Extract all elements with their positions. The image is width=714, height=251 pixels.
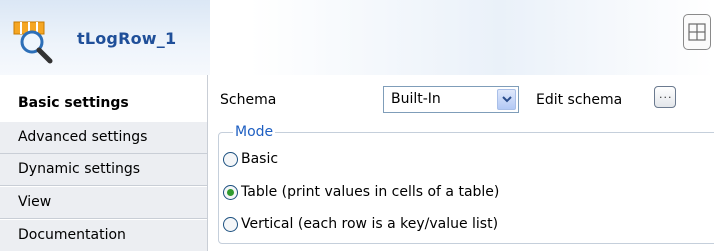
tab-documentation[interactable]: Documentation — [0, 220, 207, 251]
component-title: tLogRow_1 — [77, 29, 177, 48]
schema-select[interactable]: Built-In — [383, 86, 519, 113]
edit-schema-button[interactable]: ... — [654, 86, 676, 108]
schema-select-value: Built-In — [391, 91, 441, 107]
tab-basic-settings[interactable]: Basic settings — [0, 88, 207, 120]
chevron-down-icon[interactable] — [497, 89, 516, 110]
tab-list-divider — [207, 75, 208, 251]
radio-button[interactable] — [223, 152, 238, 167]
layout-grid-icon[interactable] — [683, 14, 711, 50]
tab-advanced-settings[interactable]: Advanced settings — [0, 122, 207, 154]
edit-schema-label: Edit schema — [536, 92, 623, 108]
ellipsis-icon: ... — [659, 88, 673, 101]
tab-view[interactable]: View — [0, 187, 207, 219]
component-header: tLogRow_1 — [0, 0, 714, 75]
log-row-magnifier-icon — [12, 20, 62, 66]
schema-label: Schema — [220, 92, 277, 108]
mode-legend: Mode — [233, 124, 276, 140]
radio-button[interactable] — [223, 217, 238, 232]
tab-dynamic-settings[interactable]: Dynamic settings — [0, 154, 207, 186]
view-toggle[interactable] — [683, 14, 714, 50]
radio-label: Vertical (each row is a key/value list) — [241, 216, 499, 232]
radio-label: Basic — [241, 151, 279, 167]
radio-button-checked[interactable] — [223, 185, 238, 200]
radio-label: Table (print values in cells of a table) — [241, 184, 500, 200]
